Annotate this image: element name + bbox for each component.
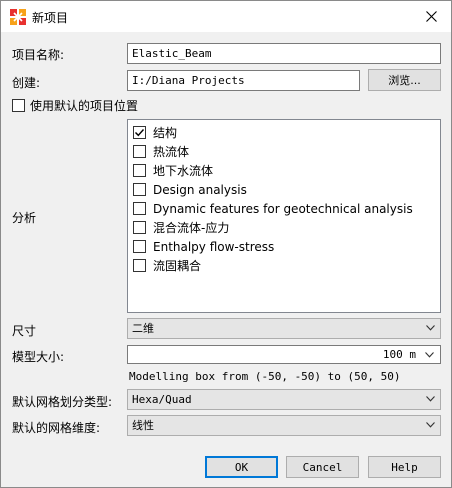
mesh-dimension-label: 默认的网格维度:: [12, 421, 101, 435]
checkbox-box[interactable]: [133, 164, 146, 177]
mesh-type-select[interactable]: Hexa/Quad: [127, 389, 441, 410]
analysis-option-groundwater[interactable]: 地下水流体: [133, 161, 213, 180]
analysis-option-design[interactable]: Design analysis: [133, 180, 247, 199]
checkbox-checked[interactable]: [133, 126, 146, 139]
analysis-option-label: 流固耦合: [153, 259, 202, 273]
analysis-option-mixed-flow-stress[interactable]: 混合流体-应力: [133, 218, 229, 237]
model-size-value: 100 m: [382, 348, 416, 361]
close-icon: [425, 11, 437, 22]
chevron-down-icon: [426, 325, 435, 331]
help-button[interactable]: Help: [368, 456, 441, 478]
analysis-option-structure[interactable]: 结构: [133, 123, 177, 142]
analysis-option-label: Design analysis: [153, 182, 247, 197]
chevron-down-icon: [426, 422, 435, 428]
mesh-type-label: 默认网格划分类型:: [12, 395, 113, 409]
new-project-dialog: 新项目 项目名称: Elastic_Beam 创建: I:/Diana Proj…: [0, 0, 452, 488]
title-bar: 新项目: [1, 1, 451, 32]
checkbox-box[interactable]: [133, 240, 146, 253]
model-size-input[interactable]: 100 m: [127, 345, 441, 364]
checkmark-icon: [135, 129, 145, 137]
default-location-checkbox[interactable]: 使用默认的项目位置: [12, 97, 138, 114]
size-select-value: 二维: [132, 322, 154, 335]
project-name-input[interactable]: Elastic_Beam: [127, 43, 441, 64]
cancel-button[interactable]: Cancel: [286, 456, 359, 478]
create-location-input[interactable]: I:/Diana Projects: [127, 70, 360, 91]
mesh-type-select-value: Hexa/Quad: [132, 393, 192, 406]
analysis-option-label: Enthalpy flow-stress: [153, 239, 275, 254]
chevron-down-icon[interactable]: [425, 352, 434, 358]
checkbox-box[interactable]: [133, 202, 146, 215]
checkbox-box[interactable]: [133, 145, 146, 158]
app-logo-icon: [10, 9, 26, 25]
analysis-option-label: 结构: [153, 126, 178, 140]
default-location-label: 使用默认的项目位置: [30, 99, 139, 113]
analysis-list: 结构 热流体 地下水流体 Design analysis Dynamic fea…: [127, 119, 441, 313]
mesh-dimension-select[interactable]: 线性: [127, 415, 441, 436]
checkbox-box[interactable]: [133, 259, 146, 272]
create-location-label: 创建:: [12, 76, 41, 90]
window-title: 新项目: [32, 11, 69, 25]
size-label: 尺寸: [12, 324, 37, 338]
size-select[interactable]: 二维: [127, 318, 441, 339]
analysis-option-fluid-structure[interactable]: 流固耦合: [133, 256, 201, 275]
browse-button[interactable]: 浏览...: [368, 69, 441, 91]
analysis-option-dynamic-geotechnical[interactable]: Dynamic features for geotechnical analys…: [133, 199, 413, 218]
model-size-label: 模型大小:: [12, 350, 65, 364]
analysis-label: 分析: [12, 211, 37, 225]
checkbox-box[interactable]: [133, 221, 146, 234]
ok-button[interactable]: OK: [205, 456, 278, 478]
chevron-down-icon: [426, 396, 435, 402]
analysis-option-heat-flow[interactable]: 热流体: [133, 142, 189, 161]
analysis-option-label: 地下水流体: [153, 164, 214, 178]
checkbox-box[interactable]: [12, 99, 25, 112]
analysis-option-label: Dynamic features for geotechnical analys…: [153, 201, 413, 216]
analysis-option-label: 混合流体-应力: [153, 221, 230, 235]
analysis-option-label: 热流体: [153, 145, 190, 159]
modelling-box-hint: Modelling box from (-50, -50) to (50, 50…: [129, 370, 401, 383]
checkbox-box[interactable]: [133, 183, 146, 196]
project-name-label: 项目名称:: [12, 48, 65, 62]
mesh-dimension-select-value: 线性: [132, 419, 154, 432]
analysis-option-enthalpy[interactable]: Enthalpy flow-stress: [133, 237, 274, 256]
close-button[interactable]: [411, 1, 451, 32]
